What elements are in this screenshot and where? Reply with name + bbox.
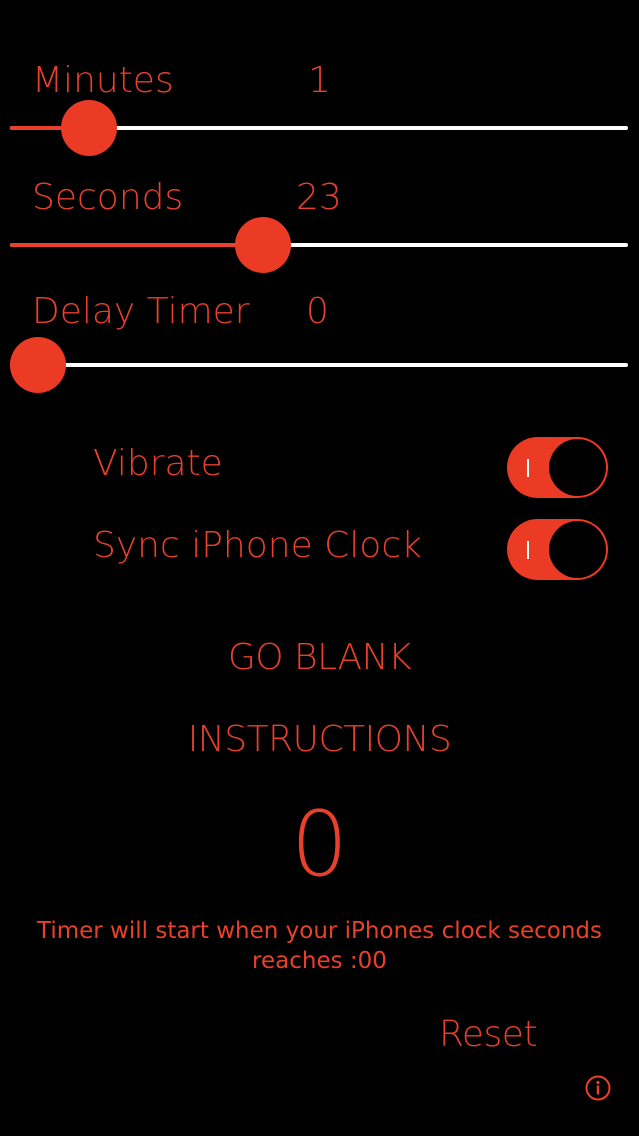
seconds-slider-thumb[interactable] — [234, 217, 291, 273]
seconds-slider[interactable] — [10, 215, 628, 275]
toggle-knob — [549, 521, 606, 578]
instructions-button[interactable]: INSTRUCTIONS — [0, 719, 639, 760]
delay-timer-value: 0 — [306, 291, 329, 332]
countdown-display: 0 — [290, 792, 349, 897]
sync-iphone-clock-label: Sync iPhone Clock — [93, 525, 422, 566]
minutes-value: 1 — [308, 60, 331, 101]
toggle-on-mark — [527, 541, 529, 559]
go-blank-button[interactable]: GO BLANK — [0, 637, 639, 678]
seconds-slider-fill — [10, 243, 263, 247]
info-icon[interactable] — [585, 1075, 611, 1101]
delay-timer-slider[interactable] — [10, 335, 628, 395]
timer-start-message-line1: Timer will start when your iPhones clock… — [36, 918, 602, 944]
seconds-value: 23 — [296, 177, 342, 218]
timer-start-message: Timer will start when your iPhones clock… — [0, 916, 639, 976]
vibrate-toggle[interactable] — [507, 437, 608, 498]
sync-iphone-clock-toggle[interactable] — [507, 519, 608, 580]
delay-timer-slider-thumb[interactable] — [10, 337, 66, 393]
delay-timer-label: Delay Timer — [32, 291, 250, 332]
toggle-on-mark — [527, 459, 529, 477]
toggle-knob — [549, 439, 606, 496]
seconds-label: Seconds — [32, 177, 184, 218]
minutes-slider[interactable] — [10, 98, 628, 158]
delay-timer-slider-track — [10, 363, 628, 367]
vibrate-label: Vibrate — [93, 443, 223, 484]
minutes-slider-thumb[interactable] — [60, 100, 117, 156]
timer-start-message-line2: reaches :00 — [252, 948, 387, 974]
minutes-label: Minutes — [32, 60, 174, 101]
reset-button[interactable]: Reset — [439, 1014, 538, 1055]
